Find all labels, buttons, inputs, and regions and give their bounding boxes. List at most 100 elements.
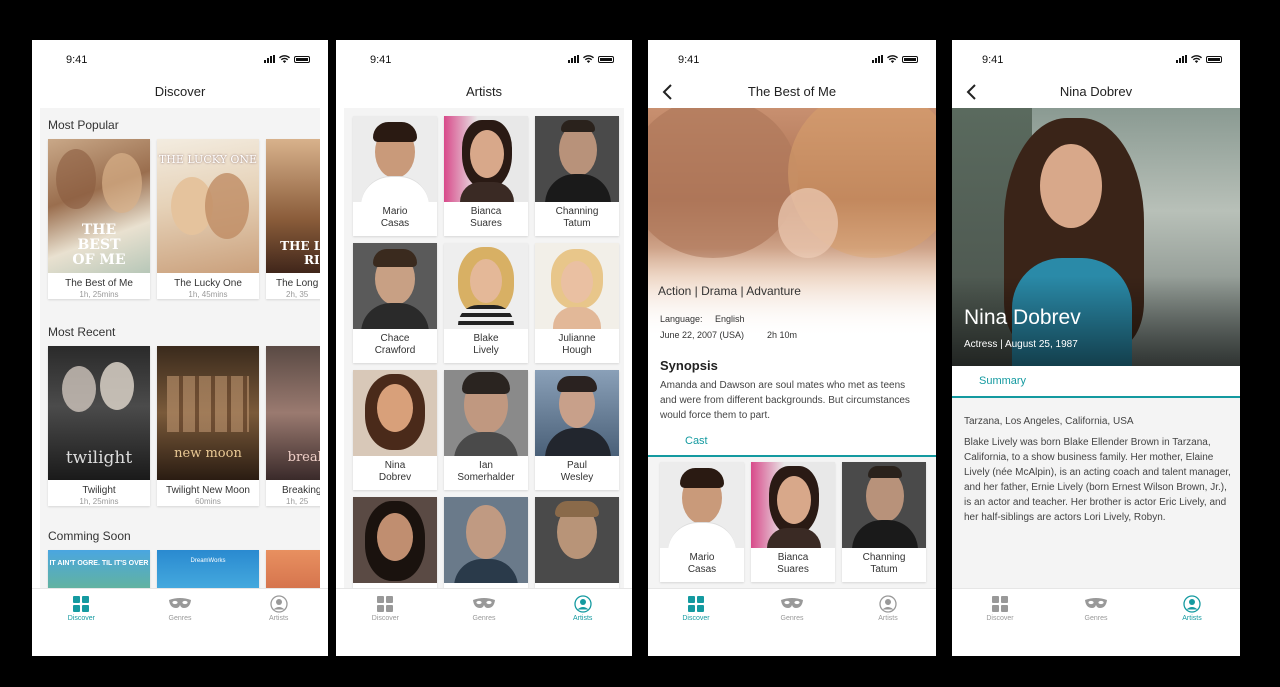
- artist-card[interactable]: Ian Somerhalder: [444, 370, 528, 490]
- artist-photo: [353, 116, 437, 202]
- tab-artists[interactable]: Artists: [229, 589, 328, 626]
- section-heading-most-recent: Most Recent: [48, 325, 116, 339]
- movie-card[interactable]: IT AIN'T OGRE. TIL IT'S OVER: [48, 550, 150, 588]
- tab-label: Artists: [572, 615, 593, 622]
- back-arrow-icon[interactable]: [964, 83, 982, 101]
- release-date: June 22, 2007 (USA): [660, 330, 745, 340]
- artist-bio: Blake Lively was born Blake Ellender Bro…: [964, 437, 1231, 523]
- artist-first-name: Channing: [555, 206, 599, 217]
- tab-label: Genres: [472, 615, 496, 622]
- artist-card[interactable]: Bianca Suares: [444, 116, 528, 236]
- movie-card[interactable]: new moon Twilight New Moon 60mins: [157, 346, 259, 506]
- movie-hero-image: [648, 108, 936, 338]
- artist-card[interactable]: Chace Crawford: [353, 243, 437, 363]
- artist-photo: [444, 243, 528, 329]
- tab-genres[interactable]: Genres: [435, 589, 534, 626]
- person-icon: [1183, 595, 1201, 613]
- artist-last-name: Lively: [473, 345, 499, 356]
- movie-card[interactable]: breaking Breaking 1h, 25: [266, 346, 320, 506]
- movie-card[interactable]: [266, 550, 320, 588]
- cast-card[interactable]: Mario Casas: [660, 462, 744, 582]
- movie-title: Twilight: [82, 485, 116, 496]
- movie-title: Breaking: [282, 485, 320, 496]
- artist-card[interactable]: Mario Casas: [353, 116, 437, 236]
- movie-title: The Best of Me: [65, 278, 133, 289]
- artist-photo: [535, 116, 619, 202]
- artist-card[interactable]: Julianne Hough: [535, 243, 619, 363]
- status-time: 9:41: [982, 54, 1004, 66]
- grid-icon: [992, 596, 1008, 612]
- language-value: English: [715, 314, 745, 324]
- tab-label: Genres: [168, 615, 192, 622]
- artist-photo: [353, 243, 437, 329]
- mask-icon: [169, 598, 191, 608]
- artist-photo: [444, 116, 528, 202]
- tab-genres[interactable]: Genres: [744, 589, 840, 626]
- tab-cast[interactable]: Cast: [685, 435, 708, 447]
- mask-icon: [473, 598, 495, 608]
- tab-summary[interactable]: Summary: [979, 375, 1026, 387]
- artist-last-name: Wesley: [560, 472, 594, 483]
- artist-detail-screen: 9:41 Nina Dobrev Nina Dobrev Actress | A…: [952, 40, 1240, 656]
- artist-photo: [535, 497, 619, 583]
- artist-card[interactable]: Channing Tatum: [535, 116, 619, 236]
- artist-first-name: Nina: [384, 460, 406, 471]
- artist-card[interactable]: Nina Dobrev: [353, 370, 437, 490]
- artist-card[interactable]: [535, 497, 619, 588]
- artist-card[interactable]: Paul Wesley: [535, 370, 619, 490]
- tab-discover[interactable]: Discover: [32, 589, 131, 626]
- tab-label: Artists: [1182, 615, 1202, 622]
- artist-card[interactable]: [444, 497, 528, 588]
- movie-card[interactable]: DreamWorks: [157, 550, 259, 588]
- poster-title-art: breaking: [287, 450, 320, 465]
- tab-artists[interactable]: Artists: [533, 589, 632, 626]
- discover-content[interactable]: Most Popular THE BEST OF ME The Best of Me…: [40, 108, 320, 588]
- artist-card[interactable]: Blake Lively: [444, 243, 528, 363]
- status-bar: 9:41: [648, 40, 936, 80]
- cast-card[interactable]: Bianca Suares: [751, 462, 835, 582]
- poster-title-art: THE LONG RID: [280, 239, 320, 267]
- artist-last-name: Dobrev: [378, 472, 412, 483]
- grid-icon: [688, 596, 704, 612]
- tab-genres[interactable]: Genres: [131, 589, 230, 626]
- artist-subtitle: Actress | August 25, 1987: [964, 339, 1078, 350]
- artist-first-name: Paul: [566, 460, 587, 471]
- cast-grid[interactable]: Mario Casas Bianca Suares Channing Tatum: [648, 457, 936, 588]
- battery-icon: [1206, 55, 1222, 63]
- cast-card[interactable]: Channing Tatum: [842, 462, 926, 582]
- artist-first-name: Mario: [382, 206, 408, 217]
- artist-last-name: Casas: [687, 564, 717, 575]
- person-icon: [574, 595, 592, 613]
- movie-card[interactable]: twilight Twilight 1h, 25mins: [48, 346, 150, 506]
- tab-discover[interactable]: Discover: [952, 589, 1048, 626]
- movie-card[interactable]: THE BEST OF ME The Best of Me 1h, 25mins: [48, 139, 150, 299]
- movie-poster: THE BEST OF ME: [48, 139, 150, 273]
- grid-icon: [73, 596, 90, 612]
- tab-discover[interactable]: Discover: [648, 589, 744, 626]
- runtime: 2h 10m: [767, 330, 798, 340]
- movie-card[interactable]: THE LONG RID The Long 2h, 35: [266, 139, 320, 299]
- status-time: 9:41: [66, 54, 88, 66]
- movie-poster: THE LONG RID: [266, 139, 320, 273]
- artist-first-name: Channing: [862, 552, 906, 563]
- tab-discover[interactable]: Discover: [336, 589, 435, 626]
- battery-icon: [902, 55, 918, 63]
- movie-genres: Action | Drama | Advanture: [658, 284, 801, 298]
- artist-card[interactable]: [353, 497, 437, 588]
- poster-title-art: IT AIN'T OGRE. TIL IT'S OVER: [49, 560, 149, 567]
- tab-genres[interactable]: Genres: [1048, 589, 1144, 626]
- artist-photo: [842, 462, 926, 548]
- tab-bar: Discover Genres Artists: [32, 588, 328, 626]
- wifi-icon: [887, 55, 898, 63]
- artist-first-name: Bianca: [470, 206, 502, 217]
- back-arrow-icon[interactable]: [660, 83, 678, 101]
- tab-artists[interactable]: Artists: [1144, 589, 1240, 626]
- tab-artists[interactable]: Artists: [840, 589, 936, 626]
- artist-first-name: Chace: [380, 333, 410, 344]
- movie-card[interactable]: THE LUCKY ONE The Lucky One 1h, 45mins: [157, 139, 259, 299]
- movie-duration: 1h, 45mins: [188, 290, 228, 299]
- artists-grid[interactable]: Mario Casas Bianca Suares Channing Tatum…: [344, 108, 624, 588]
- tab-label: Discover: [371, 615, 399, 622]
- poster-title-art: THE LUCKY ONE: [158, 153, 258, 166]
- page-title: The Best of Me: [747, 84, 837, 99]
